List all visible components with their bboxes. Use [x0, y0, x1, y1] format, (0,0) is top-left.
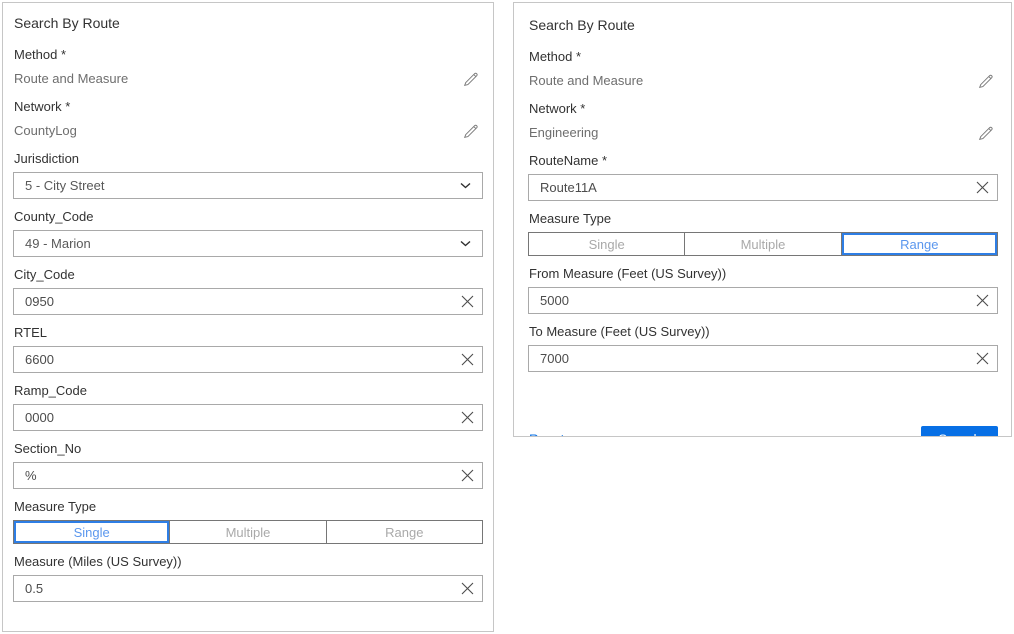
to-measure-label: To Measure (Feet (US Survey)): [529, 324, 997, 340]
panel-title: Search By Route: [14, 13, 483, 33]
rtel-input[interactable]: [14, 352, 452, 367]
section-no-label: Section_No: [14, 441, 482, 457]
network-edit-button[interactable]: [978, 124, 997, 141]
county-code-select[interactable]: 49 - Marion: [13, 230, 483, 257]
clear-button[interactable]: [967, 175, 997, 200]
segment-multiple[interactable]: Multiple: [685, 233, 841, 255]
county-code-selected-value: 49 - Marion: [14, 236, 91, 251]
method-field: Route and Measure: [529, 70, 997, 91]
rtel-label: RTEL: [14, 325, 482, 341]
close-icon: [461, 469, 474, 482]
network-field: CountyLog: [14, 120, 482, 141]
network-field: Engineering: [529, 122, 997, 143]
method-edit-button[interactable]: [978, 72, 997, 89]
from-measure-label: From Measure (Feet (US Survey)): [529, 266, 997, 282]
city-code-field: [13, 288, 483, 315]
method-value: Route and Measure: [529, 73, 643, 88]
to-measure-field: [528, 345, 998, 372]
jurisdiction-selected-value: 5 - City Street: [14, 178, 104, 193]
method-label: Method *: [14, 47, 482, 63]
segment-range[interactable]: Range: [327, 521, 482, 543]
clear-button[interactable]: [967, 288, 997, 313]
measure-type-segmented-control: Single Multiple Range: [528, 232, 998, 256]
network-label: Network *: [14, 99, 482, 115]
measure-type-segmented-control: Single Multiple Range: [13, 520, 483, 544]
measure-input[interactable]: [14, 581, 452, 596]
reset-link[interactable]: Reset: [529, 432, 564, 438]
network-label: Network *: [529, 101, 997, 117]
ramp-code-input[interactable]: [14, 410, 452, 425]
network-value: CountyLog: [14, 123, 77, 138]
chevron-down-icon: [460, 182, 482, 189]
close-icon: [461, 411, 474, 424]
clear-button[interactable]: [452, 405, 482, 430]
rtel-field: [13, 346, 483, 373]
section-no-field: [13, 462, 483, 489]
clear-button[interactable]: [967, 346, 997, 371]
clear-button[interactable]: [452, 289, 482, 314]
measure-type-label: Measure Type: [529, 211, 997, 227]
segment-single[interactable]: Single: [14, 521, 170, 543]
ramp-code-field: [13, 404, 483, 431]
network-edit-button[interactable]: [463, 122, 482, 139]
clear-button[interactable]: [452, 576, 482, 601]
clear-button[interactable]: [452, 347, 482, 372]
close-icon: [461, 582, 474, 595]
method-field: Route and Measure: [14, 68, 482, 89]
jurisdiction-select[interactable]: 5 - City Street: [13, 172, 483, 199]
pencil-icon: [978, 72, 995, 89]
route-name-input[interactable]: [529, 180, 967, 195]
route-name-field: [528, 174, 998, 201]
county-code-label: County_Code: [14, 209, 482, 225]
close-icon: [976, 181, 989, 194]
clear-button[interactable]: [452, 463, 482, 488]
segment-range[interactable]: Range: [842, 233, 997, 255]
chevron-down-icon: [460, 240, 482, 247]
city-code-input[interactable]: [14, 294, 452, 309]
measure-type-label: Measure Type: [14, 499, 482, 515]
pencil-icon: [463, 122, 480, 139]
close-icon: [976, 352, 989, 365]
measure-label: Measure (Miles (US Survey)): [14, 554, 482, 570]
search-by-route-panel-left: Search By Route Method * Route and Measu…: [2, 2, 494, 632]
panel-title: Search By Route: [529, 15, 998, 35]
method-value: Route and Measure: [14, 71, 128, 86]
close-icon: [461, 353, 474, 366]
from-measure-field: [528, 287, 998, 314]
section-no-input[interactable]: [14, 468, 452, 483]
panel-footer: Reset Search: [528, 426, 998, 437]
search-button[interactable]: Search: [921, 426, 998, 437]
method-edit-button[interactable]: [463, 70, 482, 87]
measure-field: [13, 575, 483, 602]
segment-single[interactable]: Single: [529, 233, 685, 255]
close-icon: [461, 295, 474, 308]
to-measure-input[interactable]: [529, 351, 967, 366]
pencil-icon: [978, 124, 995, 141]
from-measure-input[interactable]: [529, 293, 967, 308]
pencil-icon: [463, 70, 480, 87]
route-name-label: RouteName *: [529, 153, 997, 169]
segment-multiple[interactable]: Multiple: [170, 521, 326, 543]
network-value: Engineering: [529, 125, 598, 140]
jurisdiction-label: Jurisdiction: [14, 151, 482, 167]
close-icon: [976, 294, 989, 307]
ramp-code-label: Ramp_Code: [14, 383, 482, 399]
city-code-label: City_Code: [14, 267, 482, 283]
method-label: Method *: [529, 49, 997, 65]
search-by-route-panel-right: Search By Route Method * Route and Measu…: [513, 2, 1012, 437]
